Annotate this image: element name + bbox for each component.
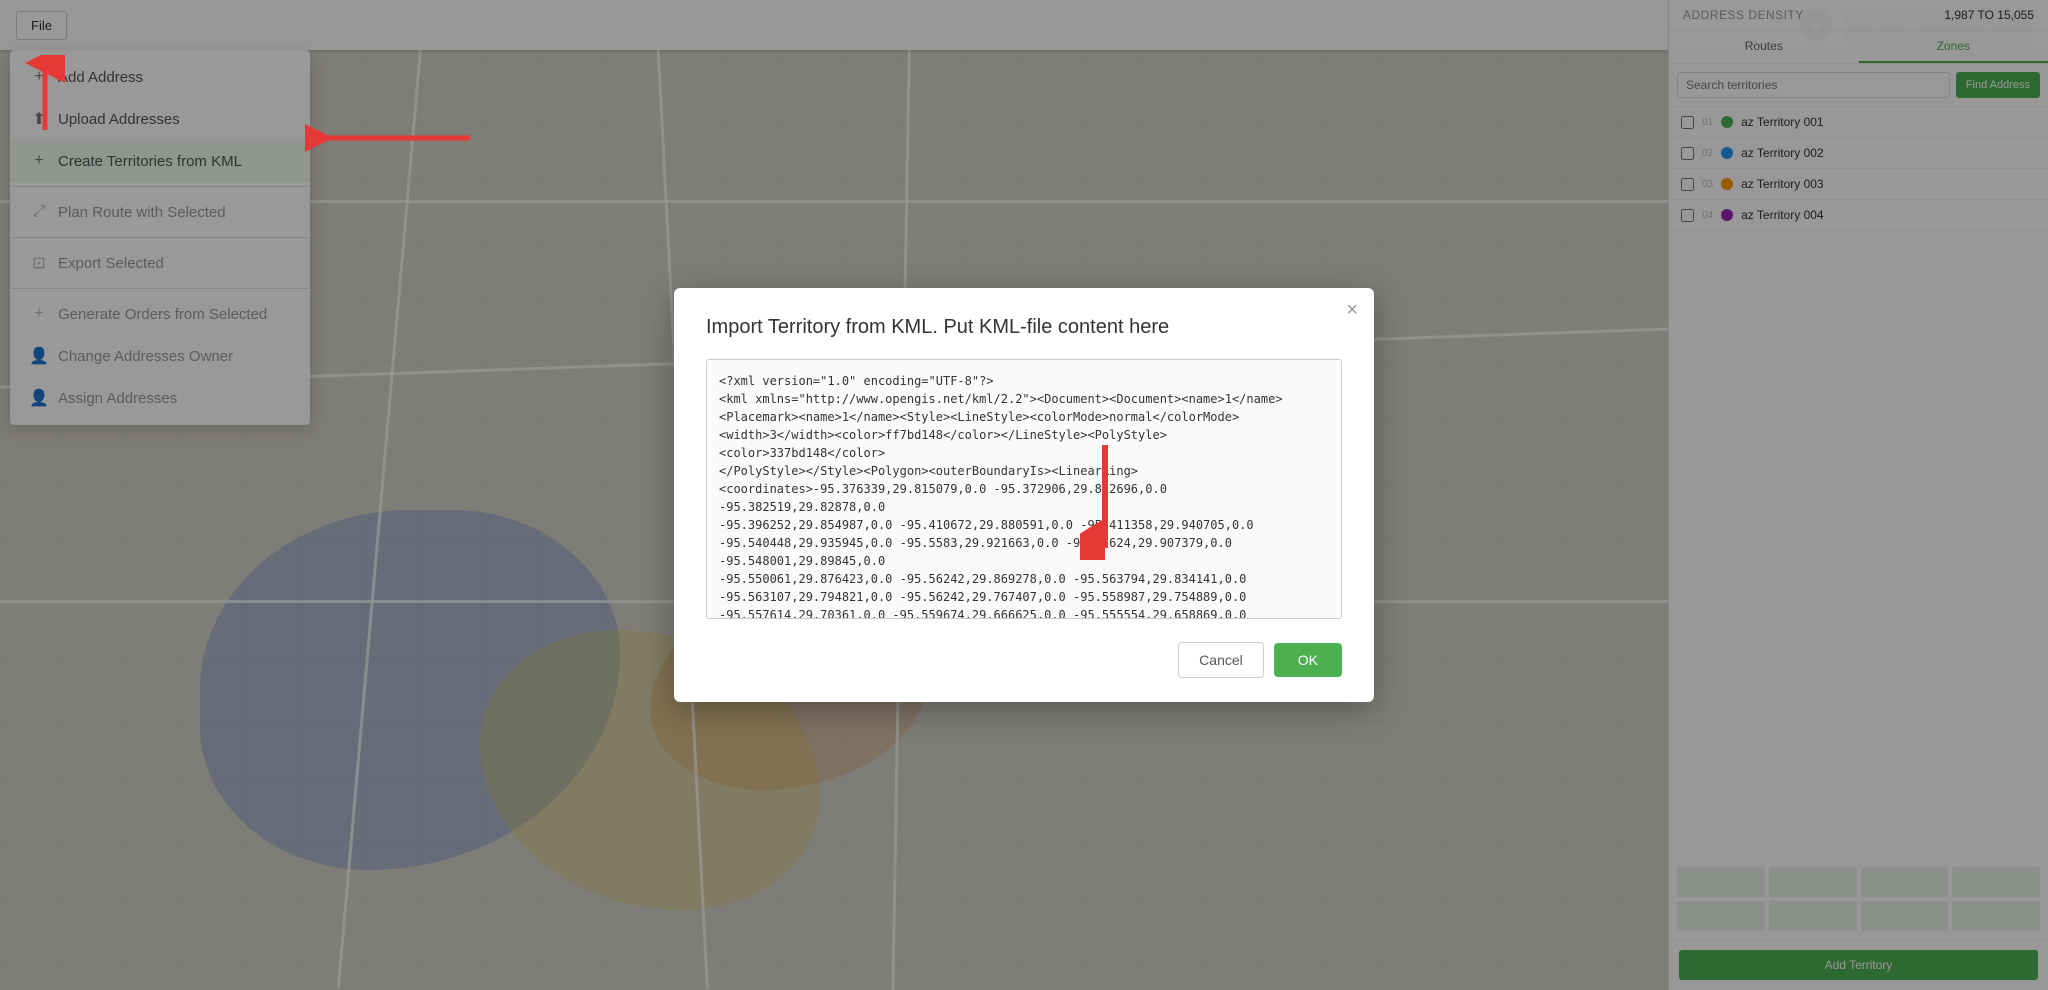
- kml-import-modal: Import Territory from KML. Put KML-file …: [674, 288, 1374, 702]
- cancel-button[interactable]: Cancel: [1178, 642, 1264, 678]
- ok-button[interactable]: OK: [1274, 643, 1342, 677]
- modal-footer: Cancel OK: [706, 642, 1342, 678]
- modal-title: Import Territory from KML. Put KML-file …: [706, 316, 1342, 339]
- modal-close-button[interactable]: ×: [1346, 300, 1358, 320]
- annotation-arrow-up: [20, 55, 70, 135]
- annotation-arrow-down: [1080, 440, 1130, 560]
- annotation-arrow-left: [305, 118, 475, 158]
- kml-content-textarea[interactable]: [706, 359, 1342, 619]
